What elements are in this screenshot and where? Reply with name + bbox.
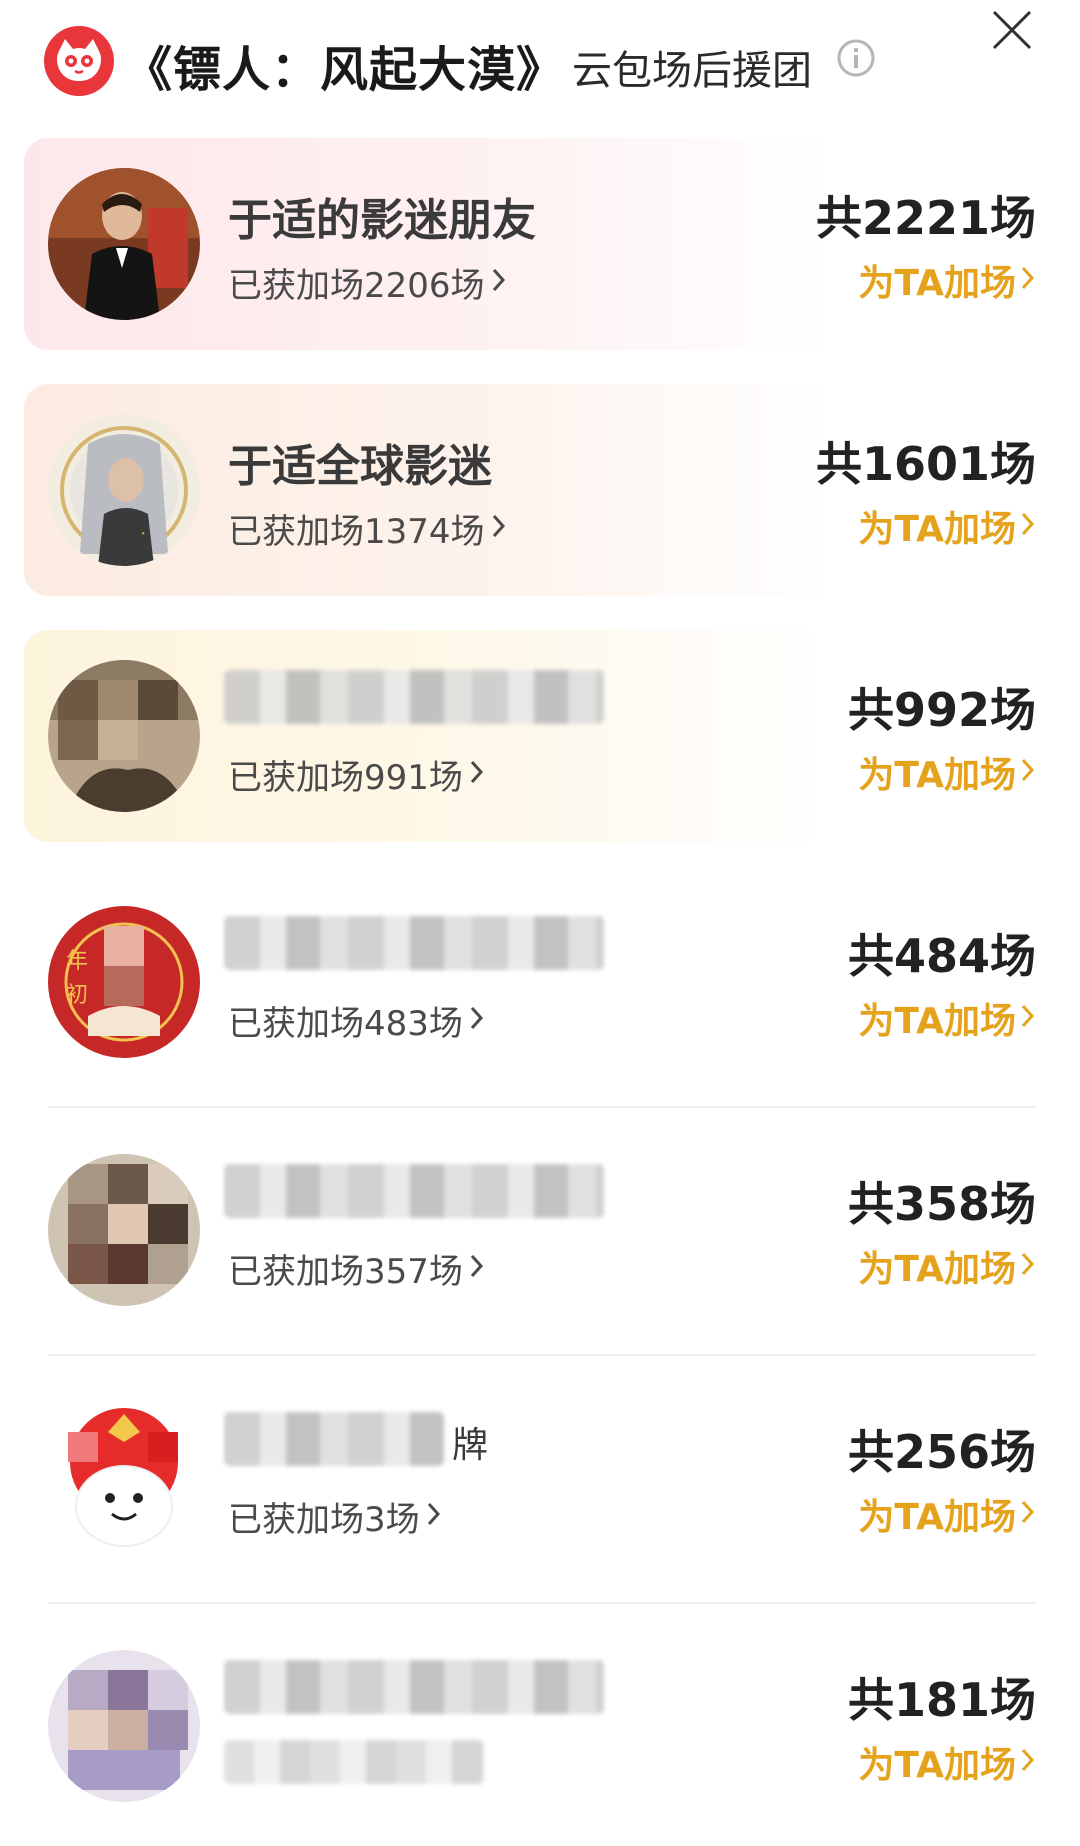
total-screenings: 共256场 [847,1425,1036,1479]
chevron-right-icon [469,755,485,795]
added-screenings-text: 已获加场3场 [228,1500,420,1540]
list-item[interactable]: 年 初 已获加场483场 共484场 为TA加场 [24,876,1036,1088]
chevron-right-icon [491,263,507,303]
avatar: · [48,414,200,566]
divider [48,1354,1036,1356]
chevron-right-icon [491,509,507,549]
support-button[interactable]: 为TA加场 [858,500,1036,552]
added-screenings-link[interactable]: 已获加场2206场 [228,258,507,307]
added-screenings-link[interactable]: 已获加场3场 [228,1492,442,1541]
list-item[interactable]: · 于适全球影迷 已获加场1374场 共1601场 为TA加场 [24,384,1036,596]
chevron-right-icon [1020,1246,1036,1287]
close-icon[interactable] [990,8,1034,52]
support-button[interactable]: 为TA加场 [858,1240,1036,1292]
list-item[interactable]: 共181场 为TA加场 [24,1620,1036,1832]
svg-text:年: 年 [66,949,88,974]
chevron-right-icon [1020,1742,1036,1783]
support-label: 为TA加场 [858,1001,1016,1042]
support-label: 为TA加场 [858,1497,1016,1538]
chevron-right-icon [1020,998,1036,1039]
divider [48,1602,1036,1604]
list-item[interactable]: 已获加场991场 共992场 为TA加场 [24,630,1036,842]
added-screenings-link[interactable]: 已获加场483场 [228,996,485,1045]
chevron-right-icon [469,1001,485,1041]
chevron-right-icon [1020,1494,1036,1535]
list-item[interactable]: 于适的影迷朋友 已获加场2206场 共2221场 为TA加场 [24,138,1036,350]
added-screenings-link[interactable]: 已获加场1374场 [228,504,507,553]
divider [48,1106,1036,1108]
support-button[interactable]: 为TA加场 [858,1488,1036,1540]
total-screenings: 共1601场 [815,437,1036,491]
support-label: 为TA加场 [858,1745,1016,1786]
page-subtitle: 云包场后援团 [572,48,812,94]
avatar [48,660,200,812]
club-name-redacted [224,1164,604,1218]
club-name-partial: 牌 [452,1425,489,1466]
list-item[interactable]: 牌 已获加场3场 共256场 为TA加场 [24,1372,1036,1584]
support-label: 为TA加场 [858,1249,1016,1290]
avatar: 年 初 [48,906,200,1058]
club-name: 于适全球影迷 [228,441,492,492]
total-screenings: 共181场 [847,1673,1036,1727]
added-screenings-text: 已获加场991场 [228,758,463,798]
total-screenings: 共358场 [847,1177,1036,1231]
list-item[interactable]: 已获加场357场 共358场 为TA加场 [24,1124,1036,1336]
added-screenings-redacted[interactable] [224,1740,484,1784]
avatar [48,168,200,320]
page-title: 《镖人：风起大漠》 [124,42,566,98]
chevron-right-icon [1020,506,1036,547]
chevron-right-icon [426,1497,442,1537]
added-screenings-text: 已获加场483场 [228,1004,463,1044]
avatar [48,1402,200,1554]
total-screenings: 共2221场 [815,191,1036,245]
avatar [48,1154,200,1306]
maoyan-cat-logo-icon [44,26,114,96]
support-label: 为TA加场 [858,755,1016,796]
support-button[interactable]: 为TA加场 [858,992,1036,1044]
avatar [48,1650,200,1802]
added-screenings-text: 已获加场2206场 [228,266,485,306]
added-screenings-link[interactable]: 已获加场357场 [228,1244,485,1293]
support-label: 为TA加场 [858,509,1016,550]
chevron-right-icon [469,1249,485,1289]
header: 《镖人：风起大漠》 云包场后援团 [0,0,1080,130]
chevron-right-icon [1020,752,1036,793]
support-button[interactable]: 为TA加场 [858,1736,1036,1788]
club-name-redacted [224,670,604,724]
total-screenings: 共484场 [847,929,1036,983]
added-screenings-text: 已获加场357场 [228,1252,463,1292]
club-name: 于适的影迷朋友 [228,195,536,246]
chevron-right-icon [1020,260,1036,301]
added-screenings-link[interactable]: 已获加场991场 [228,750,485,799]
svg-text:初: 初 [66,983,88,1008]
club-name-redacted [224,1412,444,1466]
club-name-redacted [224,1660,604,1714]
support-button[interactable]: 为TA加场 [858,254,1036,306]
info-icon[interactable] [836,38,876,78]
added-screenings-text: 已获加场1374场 [228,512,485,552]
support-button[interactable]: 为TA加场 [858,746,1036,798]
support-label: 为TA加场 [858,263,1016,304]
svg-text:·: · [140,521,146,545]
club-name-redacted [224,916,604,970]
total-screenings: 共992场 [847,683,1036,737]
